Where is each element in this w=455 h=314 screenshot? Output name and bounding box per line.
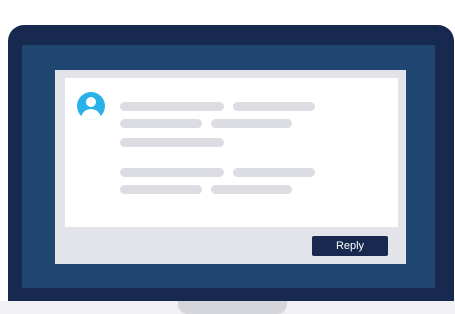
text-placeholder-line (211, 185, 292, 194)
reply-button[interactable]: Reply (312, 236, 388, 256)
avatar-body (81, 109, 101, 120)
text-placeholder-line (233, 102, 315, 111)
illustration: Reply (0, 0, 455, 314)
text-placeholder-line (120, 168, 224, 177)
text-placeholder-line (211, 119, 292, 128)
text-placeholder-line (120, 119, 202, 128)
user-avatar-icon (77, 92, 105, 120)
text-placeholder-line (120, 185, 202, 194)
comment-card (65, 78, 398, 227)
text-placeholder-line (233, 168, 315, 177)
text-placeholder-line (120, 138, 224, 147)
monitor-stand (178, 301, 287, 314)
avatar-head (86, 97, 96, 107)
text-placeholder-line (120, 102, 224, 111)
